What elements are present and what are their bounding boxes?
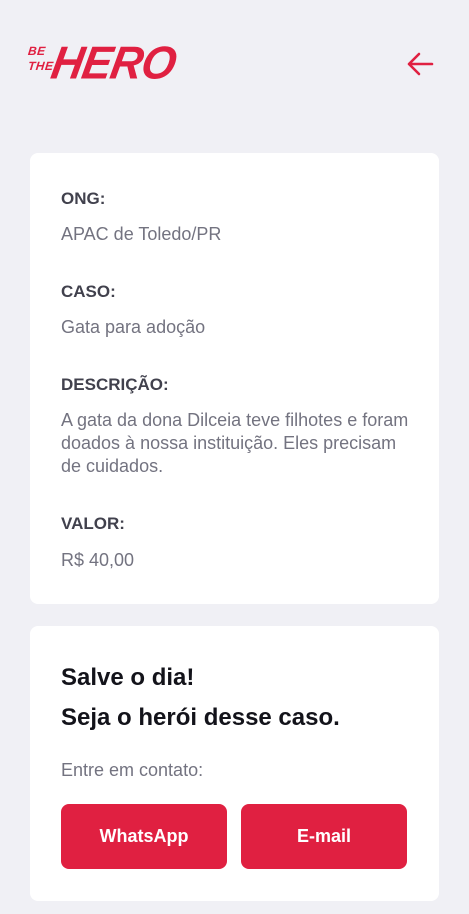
ong-value: APAC de Toledo/PR bbox=[61, 224, 222, 244]
back-button[interactable] bbox=[400, 46, 440, 82]
logo-text-be: BE bbox=[27, 44, 47, 58]
value-label: VALOR: bbox=[61, 514, 125, 533]
description-value: A gata da dona Dilceia teve filhotes e f… bbox=[61, 410, 409, 476]
case-value: Gata para adoção bbox=[61, 317, 206, 337]
contact-card: Salve o dia! Seja o herói desse caso. En… bbox=[30, 626, 439, 901]
be-the-hero-logo: BE THE HERO bbox=[27, 38, 179, 92]
incident-card: ONG: APAC de Toledo/PR CASO: Gata para a… bbox=[30, 153, 439, 604]
contact-subtitle: Entre em contato: bbox=[61, 760, 204, 780]
arrow-left-icon bbox=[407, 52, 434, 76]
header: BE THE HERO bbox=[0, 0, 469, 130]
ong-label: ONG: bbox=[61, 189, 106, 208]
case-label: CASO: bbox=[61, 282, 116, 301]
whatsapp-button[interactable]: WhatsApp bbox=[61, 804, 227, 869]
contact-title-line2: Seja o herói desse caso. bbox=[61, 704, 340, 731]
value-amount: R$ 40,00 bbox=[61, 550, 135, 570]
contact-title-line1: Salve o dia! bbox=[61, 664, 195, 691]
logo-text-hero: HERO bbox=[47, 37, 180, 90]
description-label: DESCRIÇÃO: bbox=[61, 375, 169, 394]
email-button[interactable]: E-mail bbox=[241, 804, 407, 869]
